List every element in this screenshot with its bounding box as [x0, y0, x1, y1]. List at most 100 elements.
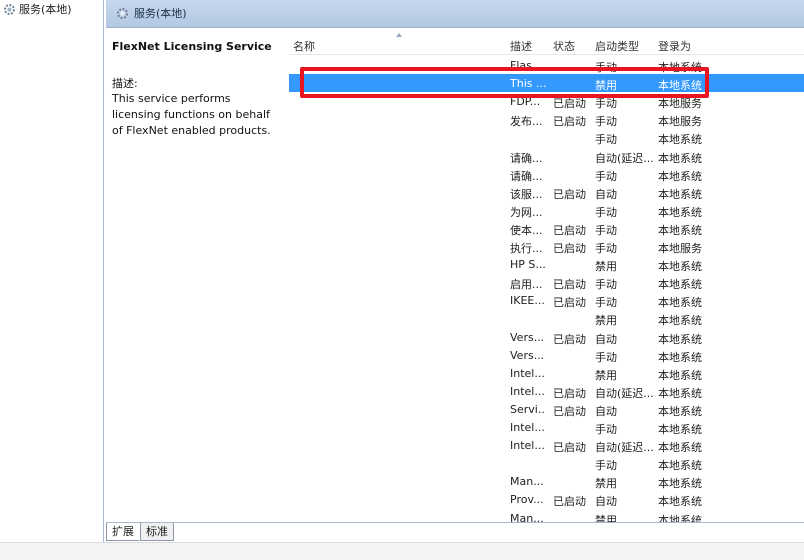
service-logon-as: 本地服务	[658, 242, 702, 255]
description-text: This service performs licensing function…	[112, 92, 271, 137]
service-logon-as: 本地系统	[658, 477, 702, 491]
service-description: 请确...	[510, 169, 543, 183]
service-startup-type: 手动	[595, 169, 617, 183]
column-status[interactable]: 状态	[553, 38, 575, 54]
column-logon-as[interactable]: 登录为	[658, 38, 691, 54]
service-startup-type: 自动(延迟...	[595, 151, 653, 165]
service-logon-as: 本地系统	[658, 314, 702, 328]
status-bar	[0, 542, 804, 560]
service-description: Intel...	[510, 366, 545, 380]
tab-extended[interactable]: 扩展	[106, 523, 139, 541]
service-logon-as: 本地系统	[658, 350, 702, 364]
table-row[interactable]: HomeGroup Provider执行...已启动手动本地服务	[289, 237, 804, 255]
service-startup-type: 手动	[595, 296, 617, 310]
service-startup-type: 手动	[595, 350, 617, 364]
table-row[interactable]: Intel(R) Content Protection HECI Servi..…	[289, 364, 804, 382]
table-row[interactable]: Group Policy Client该服...已启动自动本地系统	[289, 183, 804, 201]
service-logon-as: 本地系统	[658, 278, 702, 292]
service-startup-type: 自动	[595, 332, 617, 346]
column-startup-type[interactable]: 启动类型	[595, 38, 639, 54]
pane-header: 服务(本地)	[106, 0, 804, 28]
table-row[interactable]: Human Interface Device Access启用...已启动手动本…	[289, 273, 804, 291]
content-area: FlexNet Licensing Service 描述: This servi…	[106, 28, 804, 526]
service-logon-as: 本地系统	[658, 205, 702, 219]
service-description: 启用...	[510, 278, 543, 292]
table-row[interactable]: Google 更新服务 (gupdatem)请确...手动本地系统	[289, 165, 804, 183]
service-startup-type: 手动	[595, 133, 617, 147]
table-row[interactable]: Intel(R) HD Graphics Control Panel S...S…	[289, 400, 804, 418]
service-status: 已启动	[553, 278, 586, 292]
service-description: Intel...	[510, 384, 545, 398]
table-row[interactable]: Intel(R) PROSet/Wireless Registry Ser...…	[289, 490, 804, 508]
service-logon-as: 本地系统	[658, 386, 702, 400]
service-status: 已启动	[553, 404, 586, 418]
service-startup-type: 手动	[595, 205, 617, 219]
service-startup-type: 手动	[595, 423, 617, 436]
service-startup-type: 禁用	[595, 477, 617, 491]
service-logon-as: 本地系统	[658, 368, 702, 382]
tab-standard[interactable]: 标准	[140, 523, 174, 541]
gear-icon	[3, 3, 16, 16]
table-row[interactable]: Function Discovery Resource Publicat...发…	[289, 110, 804, 128]
table-row[interactable]: Health Key and Certificate Managem...为网.…	[289, 201, 804, 219]
service-status: 已启动	[553, 495, 586, 509]
service-startup-type: 自动(延迟...	[595, 441, 653, 455]
table-row[interactable]: HomeGroup Listener使本...已启动手动本地系统	[289, 219, 804, 237]
table-row[interactable]: Intel(R) Management and Security Ap...In…	[289, 436, 804, 454]
table-row[interactable]: Google 更新服务 (gupdate)请确...自动(延迟...本地系统	[289, 147, 804, 165]
service-startup-type: 手动	[595, 278, 617, 292]
column-headers: 名称 描述 状态 启动类型 登录为	[289, 32, 804, 55]
service-logon-as: 本地系统	[658, 187, 702, 201]
service-startup-type: 自动	[595, 187, 617, 201]
column-name[interactable]: 名称	[293, 38, 315, 54]
table-row[interactable]: Intel Bluetooth Service禁用本地系统	[289, 309, 804, 327]
tree-item-services-local[interactable]: 服务(本地)	[3, 1, 72, 17]
service-logon-as: 本地系统	[658, 260, 702, 274]
service-logon-as: 本地服务	[658, 115, 702, 129]
service-startup-type: 禁用	[595, 368, 617, 382]
description-label: 描述:	[112, 77, 138, 90]
service-description: IKEE...	[510, 294, 545, 308]
table-row[interactable]: Google Chrome Elevation Service (G...手动本…	[289, 128, 804, 146]
service-status: 已启动	[553, 187, 586, 201]
table-row[interactable]: Intel(R) Dynamic Application Loader ...I…	[289, 382, 804, 400]
column-description[interactable]: 描述	[510, 38, 532, 54]
service-description: 使本...	[510, 223, 543, 237]
table-row[interactable]: Intel(R) Integrated Clock Controller S..…	[289, 418, 804, 436]
service-logon-as: 本地系统	[658, 169, 702, 183]
tree-pane: 服务(本地)	[0, 0, 104, 559]
service-startup-type: 自动(延迟...	[595, 386, 653, 400]
service-startup-type: 自动	[595, 495, 617, 509]
table-row[interactable]: Intel(R) Capability Licensing Service T.…	[289, 346, 804, 364]
service-logon-as: 本地系统	[658, 223, 702, 237]
service-title: FlexNet Licensing Service	[112, 40, 272, 53]
sort-arrow-icon	[396, 33, 402, 37]
table-row[interactable]: Intel(R) Capability Licensing Service I.…	[289, 328, 804, 346]
service-logon-as: 本地系统	[658, 404, 702, 418]
service-status: 已启动	[553, 115, 586, 129]
table-row[interactable]: HP ServiceEmulationHP S...禁用本地系统	[289, 255, 804, 273]
gear-icon	[116, 7, 129, 20]
service-status: 已启动	[553, 296, 586, 310]
service-description: 为网...	[510, 205, 543, 219]
table-row[interactable]: Intel(R) PROSet Monitoring Service手动本地系统	[289, 454, 804, 472]
table-row[interactable]: Intel(R) PROSet/Wireless Event LogMan...…	[289, 472, 804, 490]
service-description: Man...	[510, 475, 544, 489]
service-description: 该服...	[510, 187, 543, 201]
service-startup-type: 自动	[595, 404, 617, 418]
services-list[interactable]: 名称 描述 状态 启动类型 登录为 Flash Helper ServiceFl…	[289, 32, 804, 526]
service-logon-as: 本地系统	[658, 332, 702, 346]
description-pane: FlexNet Licensing Service 描述: This servi…	[106, 28, 286, 526]
service-description: Vers...	[510, 348, 545, 362]
service-status: 已启动	[553, 223, 586, 237]
service-startup-type: 手动	[595, 115, 617, 129]
service-logon-as: 本地系统	[658, 296, 702, 310]
service-description: 请确...	[510, 151, 543, 165]
service-startup-type: 禁用	[595, 314, 617, 328]
service-description: Vers...	[510, 330, 545, 344]
table-row[interactable]: IKE and AuthIP IPsec Keying ModulesIKEE.…	[289, 291, 804, 309]
service-startup-type: 手动	[595, 242, 617, 255]
service-description: 执行...	[510, 242, 543, 255]
service-description: HP S...	[510, 258, 546, 272]
service-status: 已启动	[553, 441, 586, 455]
